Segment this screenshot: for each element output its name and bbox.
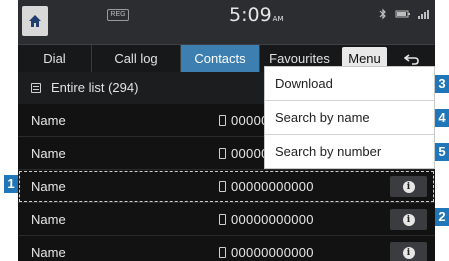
menu-item-search-by-name[interactable]: Search by name (265, 101, 434, 135)
status-icons (377, 8, 431, 20)
phone-contacts-screen: REG 5:09AM Dial Call log Contacts Favour… (18, 0, 435, 261)
phone-icon (219, 214, 226, 225)
contact-number: 00000000000 (231, 245, 314, 260)
phone-icon (219, 247, 226, 258)
signal-icon (418, 10, 429, 19)
tab-dial[interactable]: Dial (18, 45, 92, 72)
callout-3: 3 (435, 75, 449, 93)
home-button[interactable] (22, 6, 48, 36)
clock-ampm: AM (272, 15, 284, 23)
info-button[interactable]: i (390, 176, 427, 197)
contact-row[interactable]: Name 00000000000 i (18, 203, 435, 236)
contact-name: Name (31, 245, 66, 260)
contact-number: 00000000000 (231, 179, 314, 194)
info-button[interactable]: i (390, 209, 427, 230)
menu-dropdown: Download Search by name Search by number (264, 66, 435, 169)
tab-call-log[interactable]: Call log (92, 45, 181, 72)
home-icon (29, 15, 41, 27)
battery-icon (395, 10, 410, 18)
info-icon: i (402, 246, 415, 259)
list-title: Entire list (294) (51, 80, 139, 95)
contact-name: Name (31, 113, 66, 128)
clock: 5:09AM (229, 3, 284, 31)
callout-2: 2 (435, 208, 449, 226)
menu-item-download[interactable]: Download (265, 67, 434, 101)
contact-row-selected[interactable]: Name 00000000000 i (18, 170, 435, 203)
info-icon: i (402, 180, 415, 193)
contact-name: Name (31, 179, 66, 194)
contact-row[interactable]: Name 00000000000 i (18, 236, 435, 261)
clock-time: 5:09 (229, 4, 272, 26)
list-icon (31, 83, 41, 93)
callout-1: 1 (4, 175, 18, 193)
reg-badge: REG (107, 9, 129, 21)
bluetooth-icon (379, 8, 386, 20)
callout-4: 4 (435, 109, 449, 127)
tab-contacts[interactable]: Contacts (181, 45, 260, 72)
contact-name: Name (31, 212, 66, 227)
info-icon: i (402, 213, 415, 226)
contact-name: Name (31, 146, 66, 161)
phone-icon (219, 148, 226, 159)
menu-item-search-by-number[interactable]: Search by number (265, 135, 434, 169)
status-bar: REG 5:09AM (18, 0, 435, 45)
contact-number: 00000000000 (231, 212, 314, 227)
phone-icon (219, 115, 226, 126)
info-button[interactable]: i (390, 242, 427, 261)
callout-5: 5 (435, 143, 449, 161)
back-arrow-icon (404, 53, 419, 65)
phone-icon (219, 181, 226, 192)
